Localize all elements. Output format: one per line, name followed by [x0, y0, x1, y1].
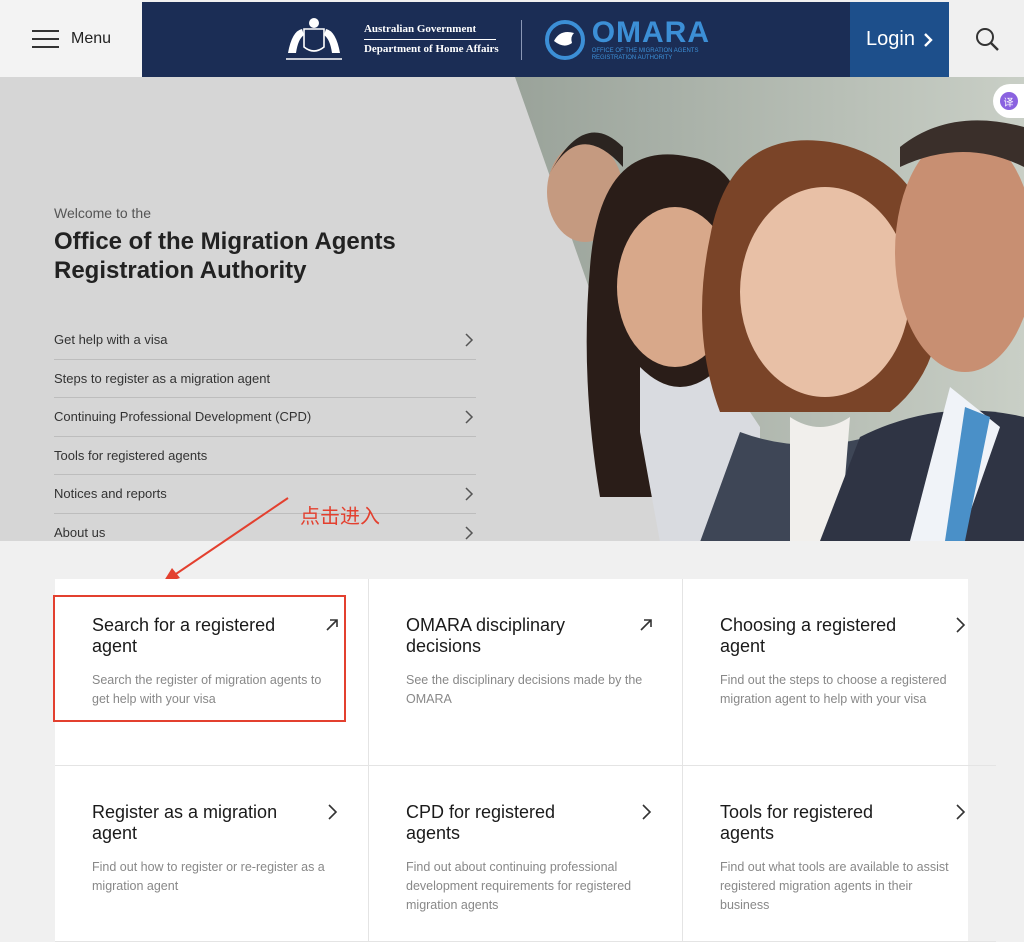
chevron-right-icon — [642, 804, 652, 820]
card-cpd[interactable]: CPD for registered agents Find out about… — [369, 766, 683, 942]
cards-grid: Search for a registered agent Search the… — [55, 579, 996, 942]
menu-label: Menu — [71, 29, 112, 47]
login-label: Login — [866, 28, 915, 50]
hero-link-label: Steps to register as a migration agent — [54, 370, 271, 386]
external-arrow-icon — [326, 619, 338, 631]
hero-link-tools[interactable]: Tools for registered agents — [54, 437, 476, 475]
brand-name: OMARA — [591, 15, 711, 49]
hero-link-label: Continuing Professional Development (CPD… — [54, 409, 312, 425]
brand-sub-1: OFFICE OF THE MIGRATION AGENTS — [591, 47, 699, 54]
card-disciplinary-decisions[interactable]: OMARA disciplinary decisions See the dis… — [369, 579, 683, 766]
card-choosing-agent[interactable]: Choosing a registered agent Find out the… — [683, 579, 996, 766]
hero-link-label: Get help with a visa — [54, 332, 168, 348]
card-desc: Find out about continuing professional d… — [406, 860, 632, 912]
card-search-agent[interactable]: Search for a registered agent Search the… — [55, 579, 369, 766]
chevron-right-icon — [465, 487, 474, 501]
card-desc: See the disciplinary decisions made by t… — [406, 673, 643, 706]
welcome-text: Welcome to the — [54, 205, 152, 221]
hero-link-label: Tools for registered agents — [54, 447, 208, 463]
hero-link-get-help[interactable]: Get help with a visa — [54, 321, 476, 360]
card-tools[interactable]: Tools for registered agents Find out wha… — [683, 766, 996, 942]
hero-section: Welcome to the Office of the Migration A… — [0, 77, 1024, 541]
card-title: OMARA disciplinary decisions — [406, 615, 566, 656]
chevron-right-icon — [465, 526, 474, 540]
menu-button[interactable]: Menu — [0, 0, 142, 77]
brand-sub-2: REGISTRATION AUTHORITY — [591, 54, 673, 61]
chevron-right-icon — [465, 410, 474, 424]
external-arrow-icon — [640, 619, 652, 631]
chevron-right-icon — [465, 333, 474, 347]
chevron-right-icon — [328, 804, 338, 820]
card-desc: Find out what tools are available to ass… — [720, 860, 949, 912]
search-button[interactable] — [949, 0, 1024, 77]
annotation-arrow-icon — [162, 497, 289, 584]
card-title: CPD for registered agents — [406, 802, 556, 843]
card-desc: Find out how to register or re-register … — [92, 860, 325, 893]
omara-mark-icon — [544, 19, 585, 60]
chevron-right-icon — [924, 32, 933, 47]
translate-icon: 译 — [999, 92, 1018, 110]
card-title: Search for a registered agent — [92, 615, 276, 656]
card-title: Register as a migration agent — [92, 802, 278, 843]
card-title: Tools for registered agents — [720, 802, 874, 843]
translate-button[interactable]: 译 — [993, 84, 1024, 118]
card-desc: Search the register of migration agents … — [92, 673, 322, 706]
omara-logo[interactable]: OMARA OFFICE OF THE MIGRATION AGENTS REG… — [544, 15, 711, 62]
hero-link-steps-register[interactable]: Steps to register as a migration agent — [54, 360, 476, 398]
card-desc: Find out the steps to choose a registere… — [720, 673, 947, 706]
card-title: Choosing a registered agent — [720, 615, 897, 656]
card-register-agent[interactable]: Register as a migration agent Find out h… — [55, 766, 369, 942]
search-icon — [975, 27, 999, 51]
coat-of-arms-icon — [285, 17, 342, 60]
hero-link-label: About us — [54, 525, 106, 541]
chevron-right-icon — [956, 617, 966, 633]
gov-line-1: Australian Government — [363, 22, 477, 35]
hamburger-icon — [32, 29, 59, 48]
hero-link-cpd[interactable]: Continuing Professional Development (CPD… — [54, 398, 476, 437]
site-banner: Australian Government Department of Home… — [142, 2, 850, 77]
chevron-right-icon — [956, 804, 966, 820]
annotation-text: 点击进入 — [300, 506, 380, 528]
page-title: Office of the Migration Agents Registrat… — [54, 228, 396, 284]
login-button[interactable]: Login — [850, 2, 949, 77]
gov-line-2: Department of Home Affairs — [363, 43, 499, 55]
